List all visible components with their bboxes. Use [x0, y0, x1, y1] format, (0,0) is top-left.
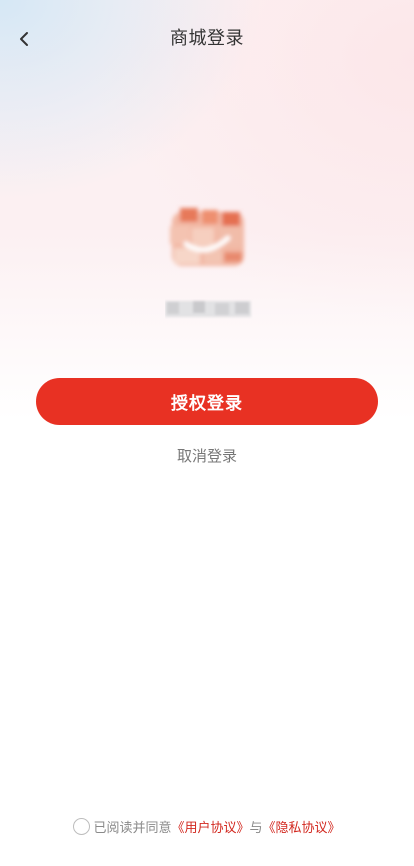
agreement-connector: 与: [249, 821, 263, 836]
cancel-login-link[interactable]: 取消登录: [0, 445, 414, 466]
privacy-policy-link[interactable]: 《隐私协议》: [263, 817, 341, 836]
authorize-login-button[interactable]: 授权登录: [36, 378, 378, 425]
user-agreement-link[interactable]: 《用户协议》: [171, 817, 249, 836]
nav-bar: 商城登录: [0, 0, 414, 72]
agreement-row: 已阅读并同意 《用户协议》 与 《隐私协议》: [0, 817, 414, 836]
shop-name-blurred: [165, 299, 253, 319]
agreement-prefix: 已阅读并同意: [93, 821, 172, 836]
agreement-checkbox[interactable]: [73, 818, 91, 835]
shop-logo: [166, 204, 250, 274]
page-title: 商城登录: [170, 28, 244, 49]
